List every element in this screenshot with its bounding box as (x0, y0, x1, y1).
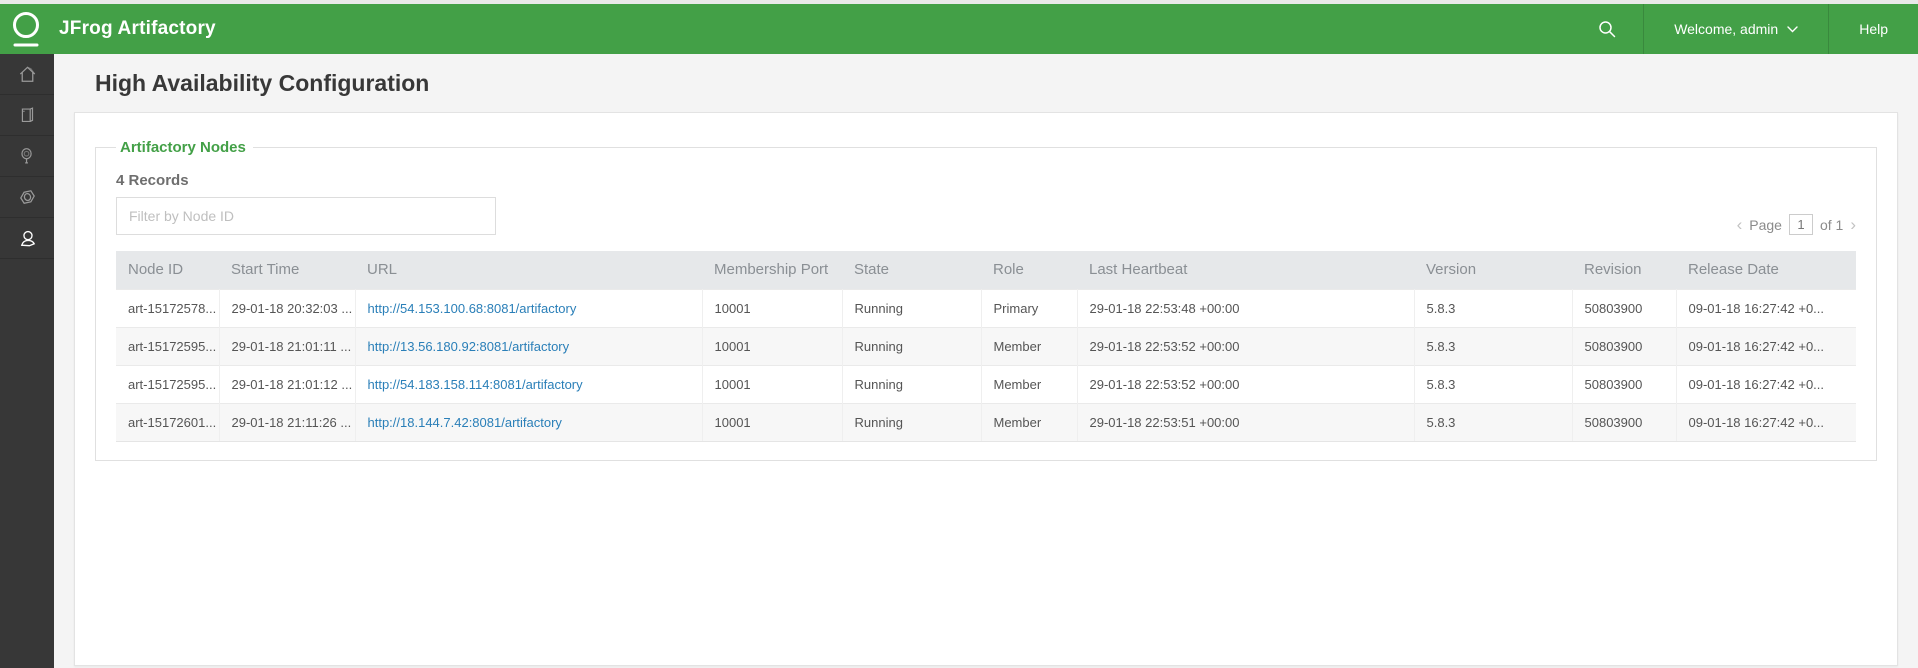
help-link[interactable]: Help (1829, 4, 1918, 54)
table-cell: 5.8.3 (1414, 403, 1572, 441)
main-content: High Availability Configuration Artifact… (54, 54, 1918, 668)
search-icon (1597, 19, 1617, 39)
table-row: art-15172595...29-01-18 21:01:11 ... http… (116, 327, 1856, 365)
column-header[interactable]: URL (355, 251, 702, 289)
admin-user-icon (16, 227, 39, 250)
table-cell: 10001 (702, 365, 842, 403)
table-cell: Running (842, 403, 981, 441)
table-cell: 29-01-18 21:11:26 ... (219, 403, 355, 441)
page-label: Page (1749, 217, 1782, 233)
column-header[interactable]: Start Time (219, 251, 355, 289)
node-url-link[interactable]: http://13.56.180.92:8081/artifactory (368, 339, 570, 354)
table-cell: 50803900 (1572, 365, 1676, 403)
welcome-label: Welcome, admin (1674, 21, 1778, 37)
topbar-spacer (216, 4, 1571, 54)
table-header-row: Node IDStart TimeURLMembership PortState… (116, 251, 1856, 289)
filter-input[interactable] (116, 197, 496, 235)
table-cell: 29-01-18 22:53:52 +00:00 (1077, 365, 1414, 403)
table-cell: 10001 (702, 289, 842, 327)
table-cell: 29-01-18 22:53:51 +00:00 (1077, 403, 1414, 441)
table-cell: 09-01-18 16:27:42 +0... (1676, 289, 1856, 327)
jfrog-logo-icon (9, 8, 47, 52)
table-cell: Member (981, 327, 1077, 365)
table-cell: 50803900 (1572, 289, 1676, 327)
nodes-table: Node IDStart TimeURLMembership PortState… (116, 251, 1856, 442)
table-cell: 50803900 (1572, 327, 1676, 365)
previous-page-button[interactable]: ‹ (1737, 216, 1743, 233)
table-cell: Running (842, 289, 981, 327)
home-icon (16, 63, 39, 86)
current-page-input[interactable] (1789, 214, 1813, 235)
filter-row: ‹ Page of 1 › (116, 197, 1856, 235)
column-header[interactable]: Release Date (1676, 251, 1856, 289)
table-cell: 5.8.3 (1414, 365, 1572, 403)
node-url-cell: http://54.153.100.68:8081/artifactory (355, 289, 702, 327)
table-cell: 29-01-18 22:53:52 +00:00 (1077, 327, 1414, 365)
table-cell: Running (842, 365, 981, 403)
content-card: Artifactory Nodes 4 Records ‹ Page of 1 … (74, 112, 1898, 666)
column-header[interactable]: Revision (1572, 251, 1676, 289)
table-cell: 29-01-18 22:53:48 +00:00 (1077, 289, 1414, 327)
column-header[interactable]: Version (1414, 251, 1572, 289)
column-header[interactable]: Last Heartbeat (1077, 251, 1414, 289)
table-cell: 29-01-18 20:32:03 ... (219, 289, 355, 327)
fieldset-legend: Artifactory Nodes (116, 139, 253, 156)
table-cell: art-15172601... (116, 403, 219, 441)
brand-zone[interactable]: JFrog Artifactory (0, 4, 216, 54)
node-url-cell: http://13.56.180.92:8081/artifactory (355, 327, 702, 365)
table-cell: 09-01-18 16:27:42 +0... (1676, 327, 1856, 365)
table-row: art-15172578...29-01-18 20:32:03 ... http… (116, 289, 1856, 327)
global-search-button[interactable] (1571, 4, 1643, 54)
user-menu[interactable]: Welcome, admin (1644, 4, 1828, 54)
table-cell: 10001 (702, 403, 842, 441)
sidebar-item-artifacts[interactable] (0, 95, 54, 136)
top-navigation-bar: JFrog Artifactory Welcome, admin Help (0, 4, 1918, 54)
next-page-button[interactable]: › (1850, 216, 1856, 233)
sidebar-item-settings[interactable] (0, 177, 54, 218)
sidebar-nav (0, 54, 54, 668)
table-cell: art-15172595... (116, 327, 219, 365)
brand-title: JFrog Artifactory (59, 18, 216, 40)
pagination: ‹ Page of 1 › (1737, 214, 1856, 235)
table-cell: 09-01-18 16:27:42 +0... (1676, 403, 1856, 441)
table-cell: Member (981, 403, 1077, 441)
column-header[interactable]: Membership Port (702, 251, 842, 289)
table-cell: Primary (981, 289, 1077, 327)
table-cell: 5.8.3 (1414, 327, 1572, 365)
table-cell: 29-01-18 21:01:11 ... (219, 327, 355, 365)
column-header[interactable]: Node ID (116, 251, 219, 289)
table-cell: Member (981, 365, 1077, 403)
node-url-link[interactable]: http://54.183.158.114:8081/artifactory (368, 377, 583, 392)
records-count-label: 4 Records (116, 172, 1856, 189)
page-title: High Availability Configuration (95, 70, 1898, 97)
table-cell: Running (842, 327, 981, 365)
node-url-cell: http://18.144.7.42:8081/artifactory (355, 403, 702, 441)
column-header[interactable]: State (842, 251, 981, 289)
chevron-down-icon (1787, 26, 1798, 33)
sidebar-item-search[interactable] (0, 136, 54, 177)
settings-icon (16, 186, 39, 209)
page-of-label: of 1 (1820, 217, 1843, 233)
column-header[interactable]: Role (981, 251, 1077, 289)
packages-icon (16, 104, 38, 126)
artifactory-nodes-fieldset: Artifactory Nodes 4 Records ‹ Page of 1 … (95, 139, 1877, 461)
table-cell: 09-01-18 16:27:42 +0... (1676, 365, 1856, 403)
node-url-link[interactable]: http://54.153.100.68:8081/artifactory (368, 301, 577, 316)
table-row: art-15172601...29-01-18 21:11:26 ... http… (116, 403, 1856, 441)
search-icon (16, 145, 38, 167)
table-cell: 10001 (702, 327, 842, 365)
table-cell: 50803900 (1572, 403, 1676, 441)
sidebar-item-admin[interactable] (0, 218, 54, 259)
table-cell: art-15172595... (116, 365, 219, 403)
node-url-cell: http://54.183.158.114:8081/artifactory (355, 365, 702, 403)
table-cell: 5.8.3 (1414, 289, 1572, 327)
table-row: art-15172595...29-01-18 21:01:12 ... http… (116, 365, 1856, 403)
table-cell: 29-01-18 21:01:12 ... (219, 365, 355, 403)
table-cell: art-15172578... (116, 289, 219, 327)
sidebar-item-home[interactable] (0, 54, 54, 95)
node-url-link[interactable]: http://18.144.7.42:8081/artifactory (368, 415, 562, 430)
